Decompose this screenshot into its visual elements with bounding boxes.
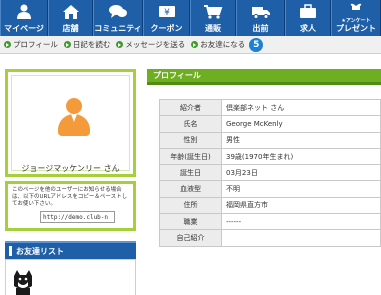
row-key: 職業	[159, 213, 222, 231]
table-row: 住所 福岡県直方市	[159, 196, 381, 215]
home-icon	[62, 5, 79, 19]
briefcase-icon	[300, 4, 316, 18]
arrow-circle-icon	[63, 41, 71, 48]
header-bar-icon	[9, 246, 12, 256]
truck-icon	[251, 7, 270, 19]
nav-item-coupon[interactable]: ¥ クーポン	[143, 0, 190, 36]
nav-label: クーポン	[150, 24, 183, 33]
row-key: 自己紹介	[159, 229, 222, 247]
person-icon	[17, 4, 31, 19]
friend-avatar-cat[interactable]	[12, 268, 34, 295]
row-value: 福岡県直方市	[221, 196, 381, 215]
step-badge: 5	[249, 37, 264, 52]
profile-name: ジョージマッケンリー さん	[21, 164, 120, 173]
share-url-box: このページを他のユーザーにお知らせる場合は、以下のURLアドレスをコピー＆ペース…	[5, 181, 136, 231]
row-value	[221, 229, 381, 247]
row-value: 男性	[221, 131, 381, 149]
nav-item-mypage[interactable]: マイページ	[0, 0, 48, 36]
table-row: 職業 ------	[159, 213, 381, 231]
link-label: お友達になる	[200, 40, 246, 49]
nav-label: 求人	[300, 24, 316, 33]
row-value: George McKenly	[221, 115, 381, 133]
profile-section-header: プロフィール	[147, 69, 381, 85]
row-key: 性別	[159, 131, 222, 149]
row-key: 紹介者	[159, 98, 222, 117]
nav-label: 通販	[205, 24, 221, 33]
table-row: 年齢(誕生日) 39歳(1970年生まれ)	[159, 147, 381, 166]
nav-item-community[interactable]: コミュニティ	[93, 0, 143, 36]
link-label: プロフィール	[13, 40, 58, 49]
cart-icon	[204, 5, 223, 19]
row-key: 血液型	[159, 180, 222, 198]
link-label: 日記を読む	[72, 40, 111, 49]
nav-label: コミュニティ	[94, 24, 142, 33]
row-value: 不明	[221, 180, 381, 198]
nav-label: プレゼント	[336, 24, 376, 33]
table-row: 氏名 George McKenly	[159, 115, 381, 133]
arrow-circle-icon	[116, 41, 124, 48]
link-send-message[interactable]: メッセージを送る	[116, 39, 185, 50]
row-value: 39歳(1970年生まれ)	[221, 147, 381, 166]
nav-label: 出前	[252, 24, 269, 33]
chat-icon	[109, 5, 127, 18]
avatar	[58, 98, 90, 138]
nav-item-delivery[interactable]: 出前	[236, 0, 285, 36]
gift-icon	[350, 3, 362, 10]
link-label: メッセージを送る	[125, 40, 186, 49]
profile-table: 紹介者 倶楽部ネット さん 氏名 George McKenly 性別 男性 年齢(誕生…	[159, 98, 381, 247]
row-key: 年齢(誕生日)	[159, 147, 222, 166]
profile-card: ジョージマッケンリー さん	[5, 69, 136, 177]
row-value: ------	[221, 213, 381, 231]
top-nav: マイページ 店舗 コミュニティ ¥ クーポン 通販 出前 求人 ★アンケート プ…	[0, 0, 381, 36]
nav-label: マイページ	[4, 24, 44, 33]
sub-nav: プロフィール 日記を読む メッセージを送る お友達になる 5	[0, 36, 381, 54]
svg-text:¥: ¥	[164, 8, 170, 18]
link-become-friend[interactable]: お友達になる	[191, 39, 245, 50]
nav-item-present[interactable]: ★アンケート プレゼント	[331, 0, 381, 36]
arrow-circle-icon	[4, 41, 11, 48]
arrow-circle-icon	[191, 41, 199, 48]
nav-label: 店舗	[62, 24, 79, 33]
row-value: 03月23日	[221, 164, 381, 182]
row-key: 誕生日	[159, 164, 222, 182]
table-row: 紹介者 倶楽部ネット さん	[159, 98, 381, 117]
share-url-note: このページを他のユーザーにお知らせる場合は、以下のURLアドレスをコピー＆ペース…	[12, 187, 128, 207]
link-read-diary[interactable]: 日記を読む	[63, 39, 111, 50]
table-row: 性別 男性	[159, 131, 381, 149]
coupon-icon: ¥	[158, 6, 175, 18]
profile-card-inner: ジョージマッケンリー さん	[11, 75, 130, 173]
friends-list-header: お友達リスト	[5, 241, 136, 259]
friends-list	[5, 259, 136, 295]
link-profile[interactable]: プロフィール	[4, 39, 58, 50]
nav-item-shop[interactable]: 店舗	[48, 0, 93, 36]
table-row: 血液型 不明	[159, 180, 381, 198]
friends-list-title: お友達リスト	[16, 246, 64, 256]
table-row: 誕生日 03月23日	[159, 164, 381, 182]
nav-item-jobs[interactable]: 求人	[285, 0, 331, 36]
row-key: 住所	[159, 196, 222, 215]
nav-item-mailorder[interactable]: 通販	[190, 0, 236, 36]
row-value[interactable]: 倶楽部ネット さん	[221, 98, 381, 117]
row-key: 氏名	[159, 115, 222, 133]
table-row: 自己紹介	[159, 229, 381, 247]
share-url-field[interactable]	[40, 211, 115, 223]
